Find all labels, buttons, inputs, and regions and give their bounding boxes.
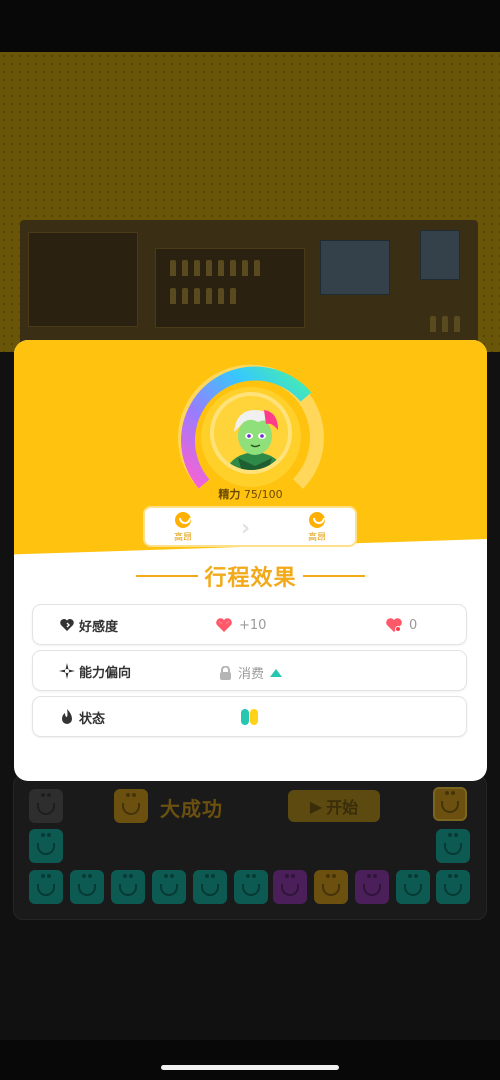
start-button[interactable]: ▶ 开始 [288,790,380,822]
locked-slot[interactable] [29,789,63,823]
schedule-slot[interactable] [314,870,348,904]
schedule-slot[interactable] [152,870,186,904]
schedule-slot[interactable] [436,870,470,904]
start-button-label: 开始 [326,798,359,817]
mood-after: 高昂 [297,512,337,543]
favorability-other-value: 0 [409,617,418,633]
flame-icon [62,709,72,724]
schedule-effect-popup: 精力 75/100 高昂 › 高昂 行程效果 好感度 +10 0 能力偏向 消费… [14,340,487,781]
schedule-slot[interactable] [396,870,430,904]
heart-broken-icon [386,618,402,632]
section-title-text: 行程效果 [204,566,297,591]
schedule-slot[interactable] [29,870,63,904]
selected-slot[interactable] [433,787,467,821]
row-label: 状态 [79,712,106,727]
home-indicator[interactable] [161,1065,339,1070]
ability-value-label: 消费 [238,667,265,682]
schedule-slot[interactable] [70,870,104,904]
effect-row-status: 状态 [32,696,467,737]
result-icon [114,789,148,823]
energy-label: 精力 [218,488,241,501]
compass-star-icon [59,663,75,679]
game-screen: 大成功 ▶ 开始 精力 75/100 高昂 › 高昂 行程效果 好感度 +10 … [0,0,500,1080]
status-value [241,709,258,725]
favorability-other: 0 [385,617,417,633]
energy-value: 75/100 [243,488,283,501]
capsule-icon [241,709,258,725]
arrow-up-icon [270,668,283,677]
divider [136,575,199,577]
mood-before: 高昂 [163,512,203,543]
play-icon: ▶ [309,796,323,816]
schedule-slot[interactable] [29,829,63,863]
schedule-slot[interactable] [234,870,268,904]
heart-icon [60,619,74,631]
ability-value: 消费 [219,663,283,682]
mood-after-label: 高昂 [307,533,326,543]
mood-before-label: 高昂 [173,533,192,543]
schedule-slot[interactable] [355,870,389,904]
lock-icon [220,665,231,680]
smile-icon [175,512,191,528]
effect-row-favorability: 好感度 +10 0 [32,604,467,645]
mood-change: 高昂 › 高昂 [143,506,357,547]
smile-icon [309,512,325,528]
divider [302,575,365,577]
energy-readout: 精力 75/100 [14,486,487,502]
status-bar [0,0,500,52]
background-scene [20,220,478,350]
row-label: 能力偏向 [79,666,132,681]
section-title: 行程效果 [14,561,487,591]
effect-row-ability: 能力偏向 消费 [32,650,467,691]
chevron-right-icon: › [241,516,251,541]
row-label: 好感度 [79,620,119,635]
schedule-slot[interactable] [436,829,470,863]
schedule-slot[interactable] [111,870,145,904]
result-text: 大成功 [160,797,223,821]
character-avatar [210,392,292,474]
favorability-gain-value: +10 [239,617,267,633]
heart-plus-icon [216,618,232,632]
favorability-gain: +10 [215,617,266,633]
schedule-slot[interactable] [193,870,227,904]
schedule-slot[interactable] [273,870,307,904]
bottom-bar [0,1040,500,1080]
